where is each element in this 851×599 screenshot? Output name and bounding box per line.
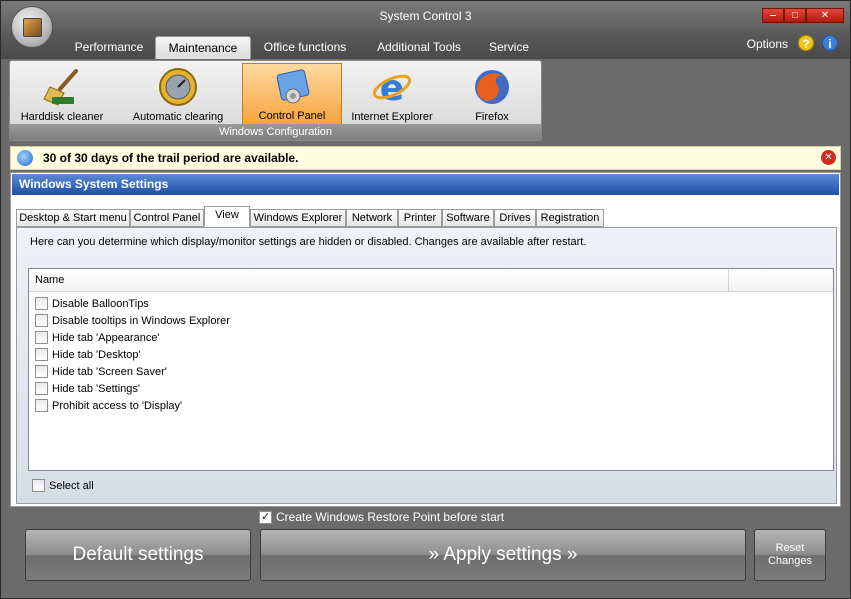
- harddisk-cleaner-button[interactable]: Harddisk cleaner: [12, 63, 112, 125]
- internet-explorer-icon: e: [372, 68, 412, 107]
- item-label: Hide tab 'Desktop': [52, 348, 141, 361]
- item-label: Hide tab 'Appearance': [52, 331, 160, 344]
- list-item[interactable]: Hide tab 'Desktop': [35, 346, 230, 363]
- window-title: System Control 3: [379, 9, 472, 23]
- close-button[interactable]: ✕: [806, 8, 844, 23]
- trial-notification-bar: 30 of 30 days of the trail period are av…: [10, 146, 841, 170]
- tab-additional-tools[interactable]: Additional Tools: [367, 36, 471, 60]
- app-window: System Control 3 ‒ □ ✕ Performance Maint…: [0, 0, 851, 599]
- tab-drives[interactable]: Drives: [494, 209, 536, 227]
- tab-software[interactable]: Software: [442, 209, 494, 227]
- settings-list: Name Disable BalloonTips Disable tooltip…: [28, 268, 834, 471]
- internet-explorer-button[interactable]: e Internet Explorer: [342, 63, 442, 125]
- list-item[interactable]: Prohibit access to 'Display': [35, 397, 230, 414]
- list-item[interactable]: Disable BalloonTips: [35, 295, 230, 312]
- options-link[interactable]: Options: [747, 37, 788, 51]
- tab-desktop-start-menu[interactable]: Desktop & Start menu: [16, 209, 130, 227]
- list-item[interactable]: Hide tab 'Settings': [35, 380, 230, 397]
- view-description: Here can you determine which display/mon…: [30, 236, 587, 248]
- help-icon[interactable]: ?: [798, 35, 814, 51]
- select-all-control[interactable]: Select all: [32, 479, 94, 492]
- harddisk-cleaner-label: Harddisk cleaner: [20, 111, 104, 123]
- reset-button-line2: Changes: [767, 555, 813, 567]
- select-all-checkbox[interactable]: [32, 479, 45, 492]
- section-title: Windows System Settings: [12, 174, 839, 195]
- tab-maintenance[interactable]: Maintenance: [155, 36, 251, 60]
- broom-icon: [43, 69, 78, 106]
- tab-network[interactable]: Network: [346, 209, 398, 227]
- item-label: Disable BalloonTips: [52, 297, 149, 310]
- tab-office-functions[interactable]: Office functions: [257, 36, 353, 60]
- restore-point-label: Create Windows Restore Point before star…: [276, 510, 505, 524]
- ribbon-panel: Harddisk cleaner Automatic clearing Cont…: [1, 59, 850, 144]
- item-checkbox[interactable]: [35, 399, 48, 412]
- item-label: Hide tab 'Settings': [52, 382, 140, 395]
- item-checkbox[interactable]: [35, 382, 48, 395]
- svg-text:e: e: [380, 68, 404, 107]
- item-label: Hide tab 'Screen Saver': [52, 365, 167, 378]
- reset-button-line1: Reset: [775, 542, 805, 554]
- item-label: Disable tooltips in Windows Explorer: [52, 314, 230, 327]
- select-all-label: Select all: [49, 479, 94, 492]
- item-checkbox[interactable]: [35, 314, 48, 327]
- title-bar: System Control 3 ‒ □ ✕: [1, 1, 850, 33]
- control-panel-button[interactable]: Control Panel: [242, 63, 342, 125]
- item-checkbox[interactable]: [35, 297, 48, 310]
- control-panel-icon: [276, 69, 310, 104]
- reset-changes-button[interactable]: Reset Changes: [754, 529, 826, 581]
- automatic-clearing-label: Automatic clearing: [132, 111, 224, 123]
- dismiss-notification-icon[interactable]: ✕: [821, 150, 836, 165]
- minimize-button[interactable]: ‒: [762, 8, 784, 23]
- item-checkbox[interactable]: [35, 348, 48, 361]
- list-header: Name: [29, 269, 833, 292]
- tab-view[interactable]: View: [204, 206, 250, 227]
- info-globe-icon: [17, 150, 33, 166]
- control-panel-label: Control Panel: [258, 110, 326, 122]
- apply-settings-button[interactable]: » Apply settings »: [260, 529, 746, 581]
- default-settings-button[interactable]: Default settings: [25, 529, 251, 581]
- item-checkbox[interactable]: [35, 365, 48, 378]
- automatic-clearing-button[interactable]: Automatic clearing: [128, 63, 228, 125]
- list-item[interactable]: Hide tab 'Screen Saver': [35, 363, 230, 380]
- item-checkbox[interactable]: [35, 331, 48, 344]
- firefox-button[interactable]: Firefox: [442, 63, 542, 125]
- tab-registration[interactable]: Registration: [536, 209, 604, 227]
- info-icon[interactable]: i: [822, 35, 838, 51]
- internet-explorer-label: Internet Explorer: [351, 111, 433, 123]
- restore-point-checkbox[interactable]: [259, 510, 272, 524]
- view-tab-content: Here can you determine which display/mon…: [16, 227, 837, 504]
- firefox-label: Firefox: [475, 111, 509, 123]
- settings-list-items: Disable BalloonTips Disable tooltips in …: [35, 295, 230, 414]
- list-item[interactable]: Disable tooltips in Windows Explorer: [35, 312, 230, 329]
- group-caption: Windows Configuration: [10, 124, 541, 140]
- tab-printer[interactable]: Printer: [398, 209, 442, 227]
- app-menu-orb-icon[interactable]: [11, 6, 53, 48]
- tab-windows-explorer[interactable]: Windows Explorer: [250, 209, 346, 227]
- windows-configuration-group: Harddisk cleaner Automatic clearing Cont…: [9, 60, 542, 141]
- firefox-icon: [475, 70, 509, 104]
- list-item[interactable]: Hide tab 'Appearance': [35, 329, 230, 346]
- window-controls: ‒ □ ✕: [762, 8, 844, 23]
- tab-control-panel[interactable]: Control Panel: [130, 209, 204, 227]
- tab-performance[interactable]: Performance: [65, 36, 153, 60]
- ribbon-tab-bar: Performance Maintenance Office functions…: [1, 33, 850, 60]
- item-label: Prohibit access to 'Display': [52, 399, 183, 412]
- maximize-button[interactable]: □: [784, 8, 806, 23]
- clock-icon: [159, 68, 197, 106]
- restore-point-option[interactable]: Create Windows Restore Point before star…: [259, 510, 504, 524]
- trial-notification-text: 30 of 30 days of the trail period are av…: [43, 151, 299, 165]
- column-header-name[interactable]: Name: [29, 269, 729, 292]
- settings-panel: Windows System Settings Desktop & Start …: [10, 172, 841, 507]
- tab-service[interactable]: Service: [479, 36, 539, 60]
